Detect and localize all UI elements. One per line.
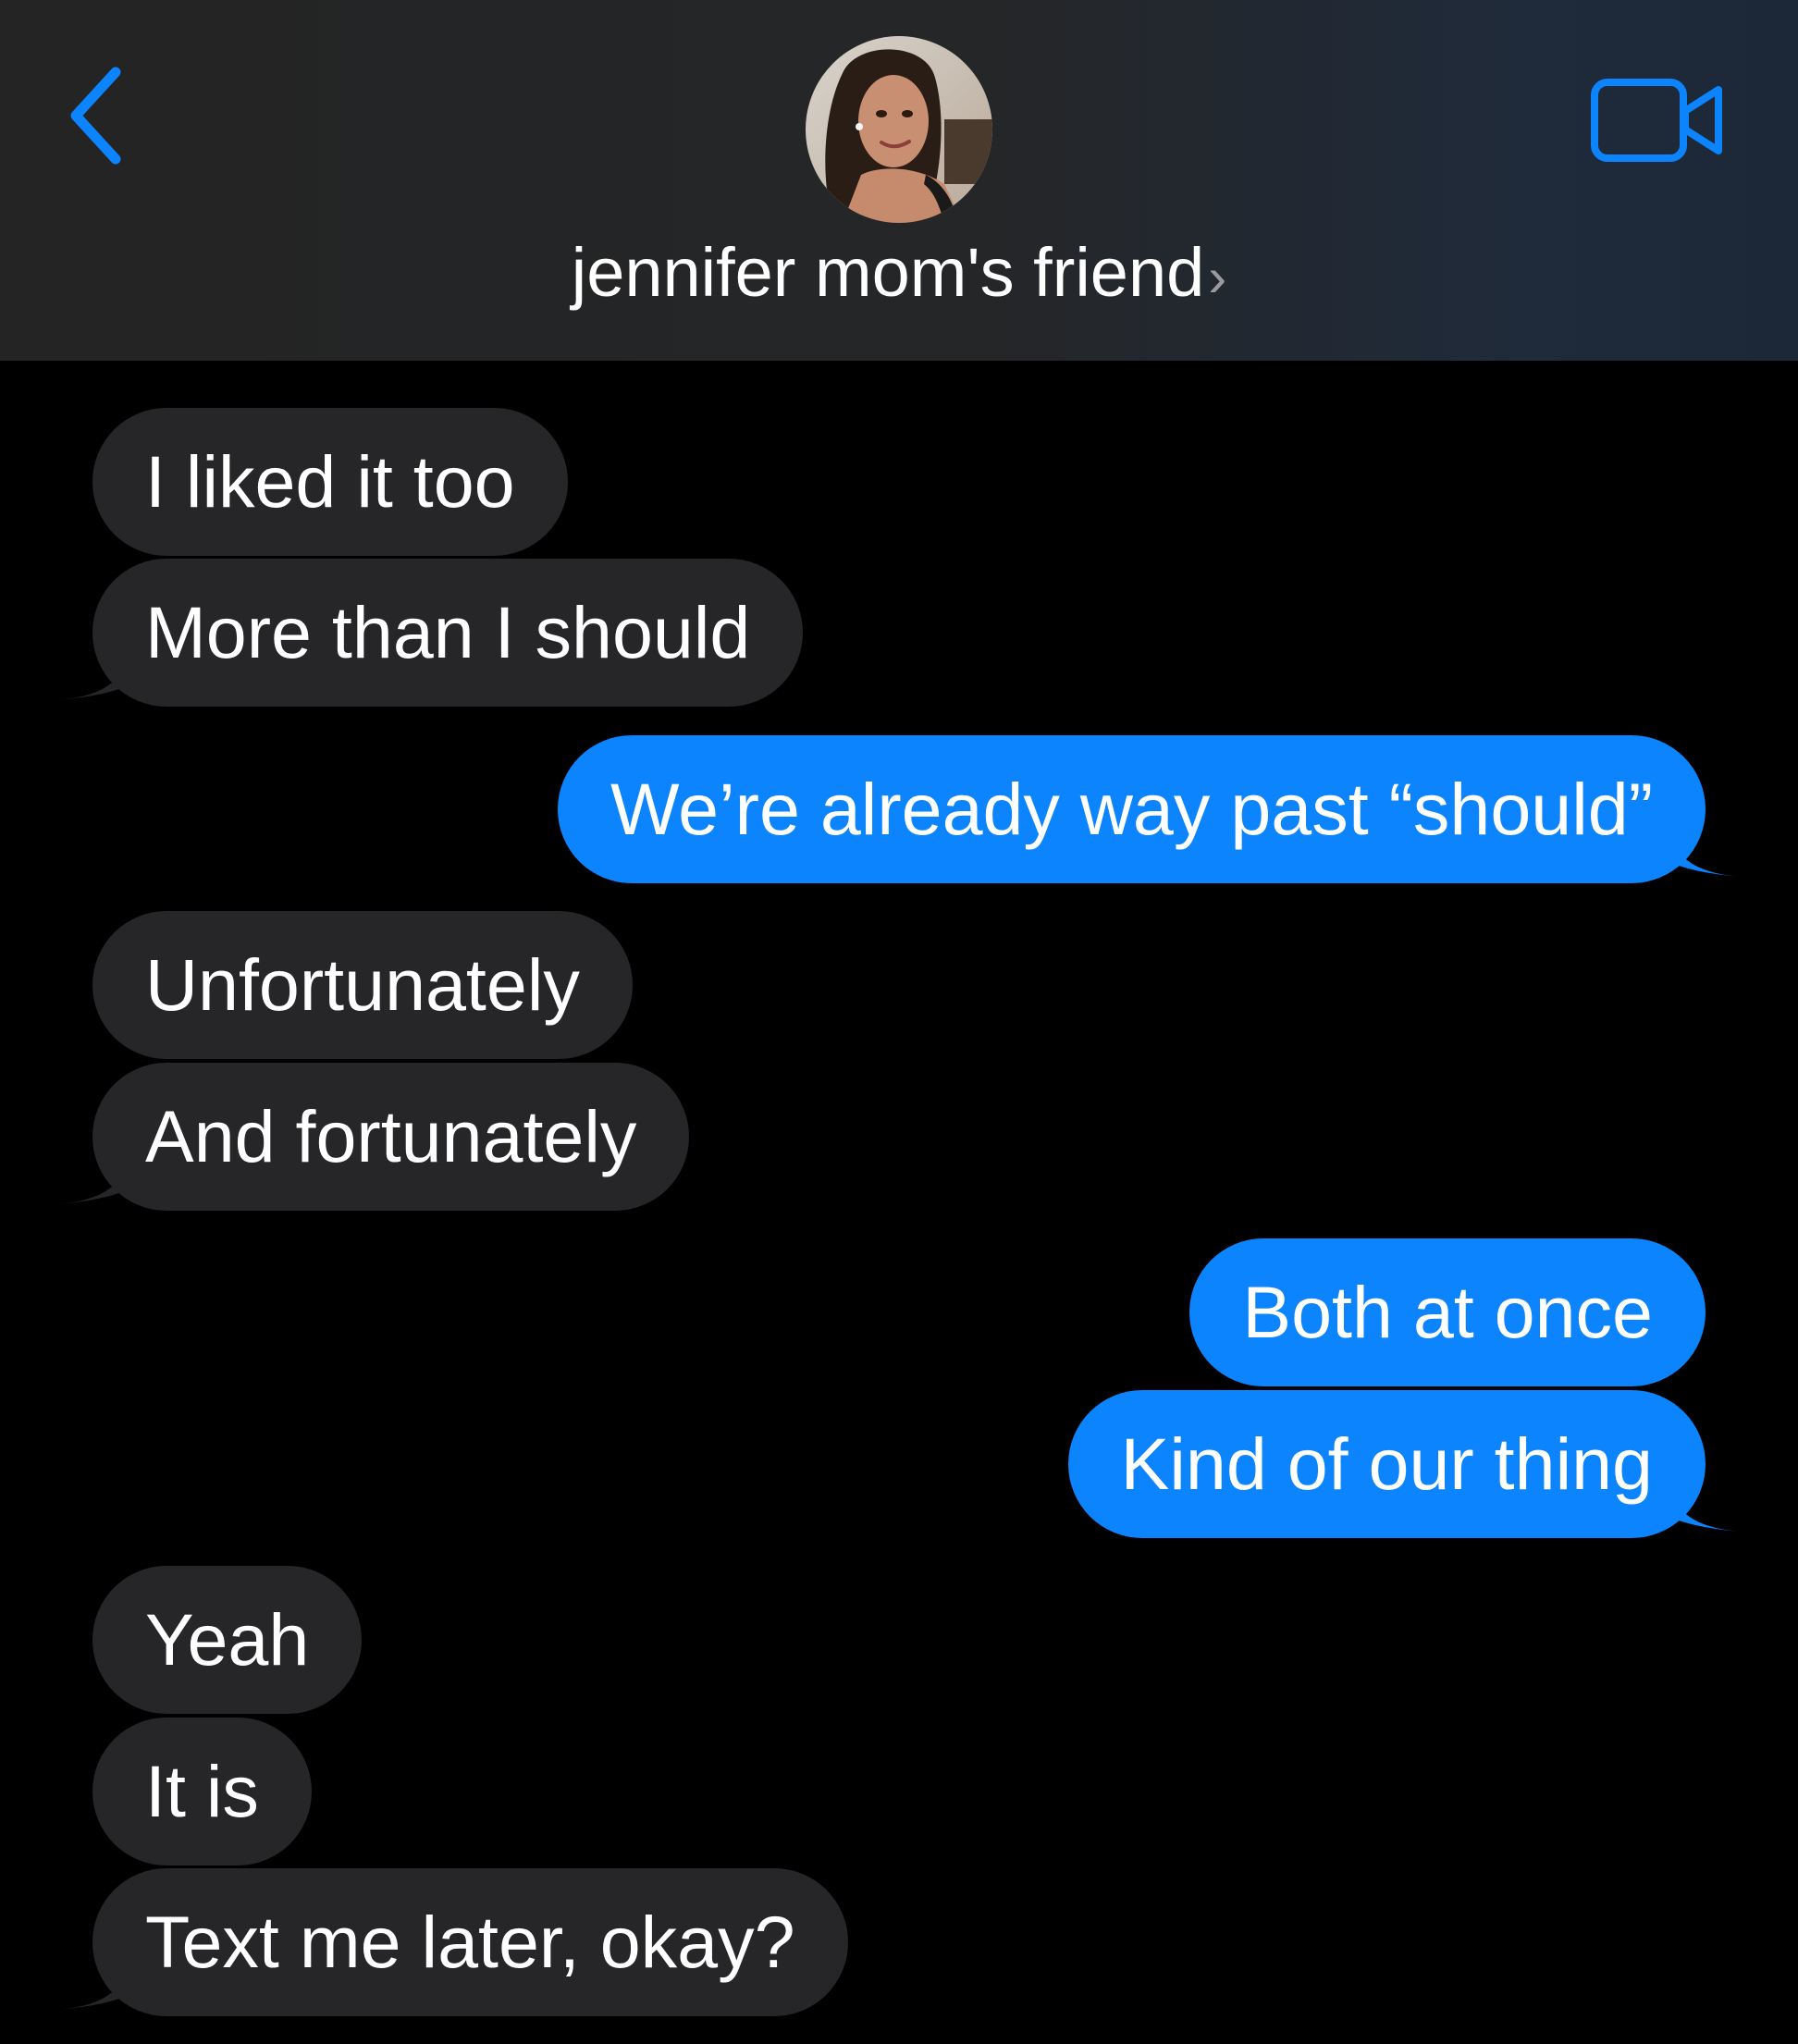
message-bubble-incoming[interactable]: It is <box>92 1718 312 1865</box>
chevron-left-icon <box>70 67 121 165</box>
message-text: We’re already way past “should” <box>610 768 1653 850</box>
video-call-button[interactable] <box>1589 69 1730 171</box>
avatar-photo <box>806 36 992 223</box>
message-text: More than I should <box>145 591 751 673</box>
message-bubble-incoming[interactable]: Unfortunately <box>92 911 633 1059</box>
message-bubble-incoming[interactable]: Text me later, okay? <box>92 1868 848 2016</box>
back-button[interactable] <box>55 55 139 176</box>
message-bubble-incoming[interactable]: More than I should <box>92 559 804 707</box>
chevron-right-icon: › <box>1208 246 1227 308</box>
video-camera-icon <box>1591 79 1722 162</box>
message-text: Kind of our thing <box>1120 1422 1653 1505</box>
message-bubble-incoming[interactable]: And fortunately <box>92 1063 690 1211</box>
contact-name-button[interactable]: jennifer mom's friend› <box>0 231 1798 319</box>
message-text: Unfortunately <box>145 943 580 1026</box>
message-bubble-incoming[interactable]: Yeah <box>92 1566 363 1714</box>
message-bubble-incoming[interactable]: I liked it too <box>92 408 568 556</box>
message-bubble-outgoing[interactable]: Kind of our thing <box>1067 1390 1706 1538</box>
message-text: Both at once <box>1242 1271 1653 1353</box>
message-text: Text me later, okay? <box>145 1901 795 1983</box>
message-bubble-outgoing[interactable]: We’re already way past “should” <box>558 735 1706 883</box>
message-text: And fortunately <box>145 1095 637 1177</box>
message-text: It is <box>145 1750 259 1832</box>
message-bubble-outgoing[interactable]: Both at once <box>1189 1238 1706 1386</box>
message-text: Yeah <box>145 1598 310 1681</box>
contact-avatar[interactable] <box>806 36 992 223</box>
contact-name: jennifer mom's friend <box>571 234 1205 311</box>
message-text: I liked it too <box>145 440 515 523</box>
conversation-header: jennifer mom's friend› <box>0 0 1798 361</box>
